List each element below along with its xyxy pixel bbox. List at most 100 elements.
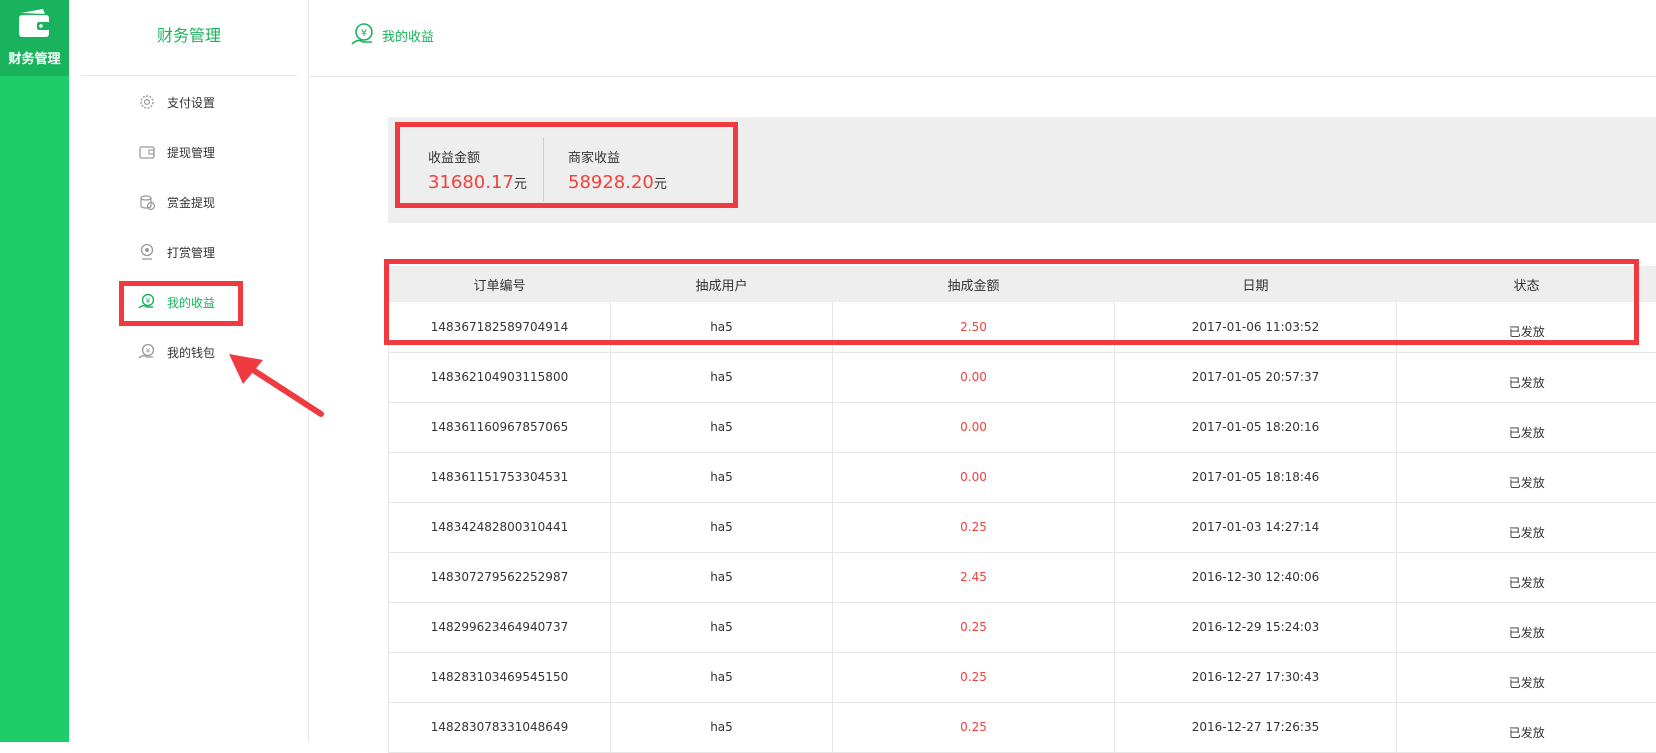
sidebar-item-label: 我的收益	[167, 294, 215, 311]
income-value-wrap: 31680.17元	[428, 172, 527, 193]
user: ha5	[611, 352, 833, 402]
sidebar-title: 财务管理	[81, 0, 297, 76]
sidebar-item-payment-settings[interactable]: 支付设置	[137, 84, 215, 120]
column-header-date: 日期	[1115, 266, 1397, 302]
merchant-value: 58928.20	[568, 172, 654, 193]
sidebar-item-bounty-withdraw[interactable]: 赏金提现	[137, 184, 215, 220]
stat-divider	[543, 137, 544, 201]
amount: 0.00	[833, 452, 1115, 502]
user: ha5	[611, 402, 833, 452]
column-header-status: 状态	[1397, 266, 1656, 302]
rail-item-finance[interactable]: 财务管理	[0, 0, 69, 76]
date: 2017-01-05 18:20:16	[1115, 402, 1397, 452]
user: ha5	[611, 652, 833, 702]
table-row: 148367182589704914ha52.502017-01-06 11:0…	[389, 302, 1656, 352]
income-value: 31680.17	[428, 172, 514, 193]
income-icon: ¥	[350, 22, 376, 48]
user: ha5	[611, 452, 833, 502]
status: 已发放	[1397, 502, 1656, 552]
date: 2017-01-05 20:57:37	[1115, 352, 1397, 402]
order-no: 148367182589704914	[389, 302, 611, 352]
amount: 0.25	[833, 652, 1115, 702]
amount: 0.00	[833, 402, 1115, 452]
purse-icon: ¥	[137, 342, 157, 362]
rail-label: 财务管理	[0, 48, 69, 67]
income-stat: 收益金额 31680.17元	[428, 137, 527, 201]
sidebar-item-withdraw-management[interactable]: 提现管理	[137, 134, 215, 170]
merchant-value-wrap: 58928.20元	[568, 172, 667, 193]
status: 已发放	[1397, 302, 1656, 352]
date: 2017-01-03 14:27:14	[1115, 502, 1397, 552]
order-no: 148361160967857065	[389, 402, 611, 452]
user: ha5	[611, 502, 833, 552]
order-no: 148342482800310441	[389, 502, 611, 552]
income-unit: 元	[514, 177, 527, 192]
rail-active-notch	[61, 28, 69, 44]
coins-icon	[137, 192, 157, 212]
amount: 2.45	[833, 552, 1115, 602]
column-header-user: 抽成用户	[611, 266, 833, 302]
table-row: 148342482800310441ha50.252017-01-03 14:2…	[389, 502, 1656, 552]
table-row: 148283078331048649ha50.252016-12-27 17:2…	[389, 702, 1656, 752]
merchant-stat: 商家收益 58928.20元	[568, 137, 667, 201]
svg-text:¥: ¥	[361, 28, 367, 39]
status: 已发放	[1397, 402, 1656, 452]
amount: 0.25	[833, 602, 1115, 652]
order-no: 148283103469545150	[389, 652, 611, 702]
status: 已发放	[1397, 552, 1656, 602]
order-no: 148307279562252987	[389, 552, 611, 602]
sidebar-item-my-wallet[interactable]: ¥ 我的钱包	[137, 334, 215, 370]
status: 已发放	[1397, 652, 1656, 702]
user: ha5	[611, 302, 833, 352]
user: ha5	[611, 552, 833, 602]
order-no: 148283078331048649	[389, 702, 611, 752]
income-icon: ¥	[137, 292, 157, 312]
wallet-icon	[13, 9, 55, 41]
column-header-order-no: 订单编号	[389, 266, 611, 302]
merchant-unit: 元	[654, 177, 667, 192]
amount: 0.25	[833, 502, 1115, 552]
order-no: 148362104903115800	[389, 352, 611, 402]
merchant-label: 商家收益	[568, 147, 667, 166]
amount: 0.25	[833, 702, 1115, 752]
status: 已发放	[1397, 602, 1656, 652]
app-rail: 财务管理	[0, 0, 69, 742]
order-no: 148299623464940737	[389, 602, 611, 652]
income-table: 订单编号 抽成用户 抽成金额 日期 状态 148367182589704914h…	[388, 266, 1656, 753]
status: 已发放	[1397, 352, 1656, 402]
reward-icon	[137, 242, 157, 262]
sidebar-item-label: 我的钱包	[167, 344, 215, 361]
income-label: 收益金额	[428, 147, 527, 166]
table-row: 148283103469545150ha50.252016-12-27 17:3…	[389, 652, 1656, 702]
user: ha5	[611, 702, 833, 752]
column-header-amount: 抽成金额	[833, 266, 1115, 302]
svg-text:¥: ¥	[146, 347, 151, 355]
sidebar-item-reward-management[interactable]: 打赏管理	[137, 234, 215, 270]
sidebar-item-label: 提现管理	[167, 144, 215, 161]
annotation-arrow-icon	[225, 350, 325, 418]
sidebar-item-my-income[interactable]: ¥ 我的收益	[137, 284, 215, 320]
order-no: 148361151753304531	[389, 452, 611, 502]
table-row: 148362104903115800ha50.002017-01-05 20:5…	[389, 352, 1656, 402]
svg-text:¥: ¥	[146, 297, 151, 305]
sidebar-item-label: 赏金提现	[167, 194, 215, 211]
date: 2017-01-05 18:18:46	[1115, 452, 1397, 502]
date: 2016-12-27 17:26:35	[1115, 702, 1397, 752]
date: 2016-12-29 15:24:03	[1115, 602, 1397, 652]
table-row: 148361151753304531ha50.002017-01-05 18:1…	[389, 452, 1656, 502]
sidebar-item-label: 打赏管理	[167, 244, 215, 261]
income-summary: 收益金额 31680.17元 商家收益 58928.20元	[388, 117, 1656, 223]
table-row: 148307279562252987ha52.452016-12-30 12:4…	[389, 552, 1656, 602]
table-row: 148361160967857065ha50.002017-01-05 18:2…	[389, 402, 1656, 452]
date: 2016-12-30 12:40:06	[1115, 552, 1397, 602]
gear-icon	[137, 92, 157, 112]
table-header-row: 订单编号 抽成用户 抽成金额 日期 状态	[389, 266, 1656, 302]
status: 已发放	[1397, 702, 1656, 752]
page-title: 我的收益	[382, 26, 434, 45]
date: 2017-01-06 11:03:52	[1115, 302, 1397, 352]
page-header: ¥ 我的收益	[310, 0, 1656, 77]
status: 已发放	[1397, 452, 1656, 502]
sidebar-item-label: 支付设置	[167, 94, 215, 111]
amount: 2.50	[833, 302, 1115, 352]
date: 2016-12-27 17:30:43	[1115, 652, 1397, 702]
